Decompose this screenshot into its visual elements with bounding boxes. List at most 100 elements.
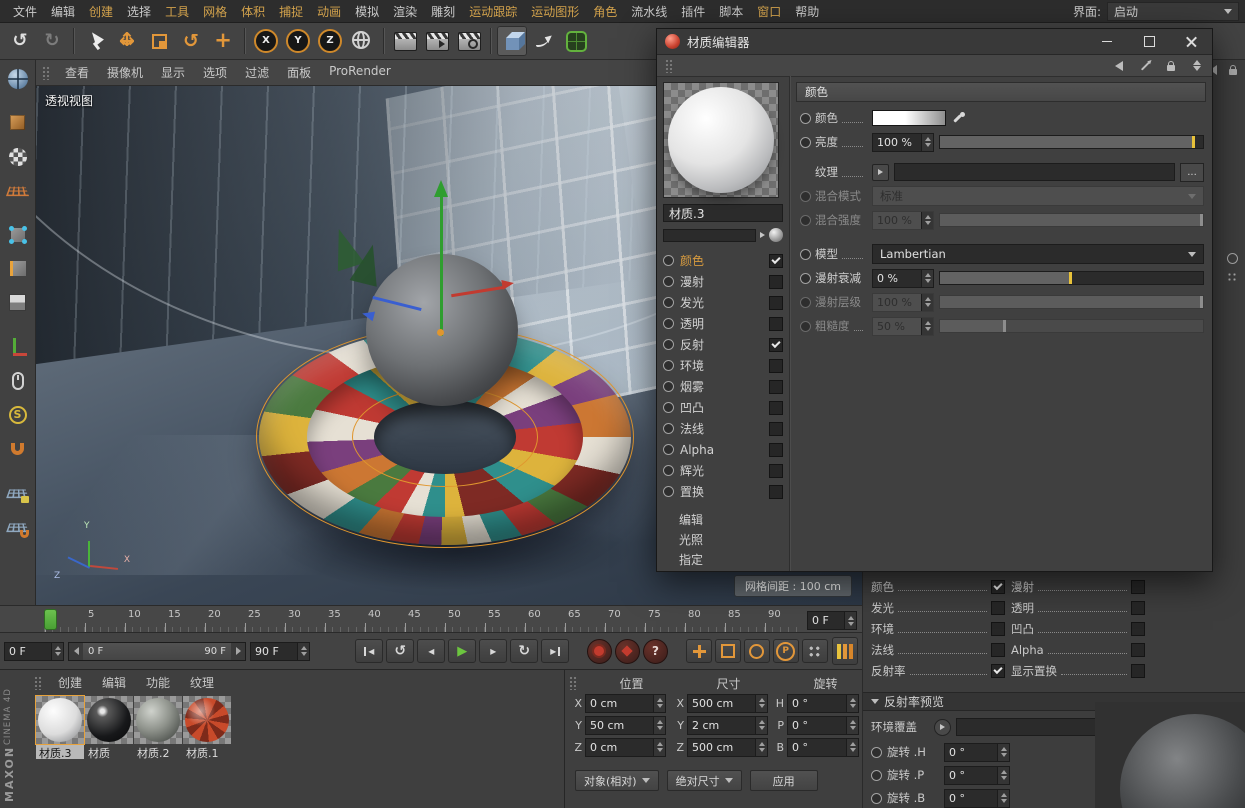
menu-item[interactable]: 模拟 — [348, 3, 386, 20]
menu-item[interactable]: 文件 — [6, 3, 44, 20]
viewport-menu-item[interactable]: 面板 — [278, 64, 320, 81]
z-axis-lock-button[interactable]: Z — [315, 26, 345, 56]
rotation-spinner[interactable]: 0 ° — [944, 789, 1010, 808]
keyframe-dot-icon[interactable] — [871, 747, 882, 758]
channel-enable-checkbox[interactable] — [769, 338, 783, 352]
viewport-menu-item[interactable]: 摄像机 — [98, 64, 152, 81]
object-mode-dropdown[interactable]: 对象(相对) — [575, 770, 659, 791]
move-tool[interactable]: ↔ — [112, 26, 142, 56]
channel-checkbox[interactable] — [1131, 664, 1145, 678]
window-titlebar[interactable]: 材质编辑器 — [657, 29, 1212, 55]
viewport-menu-item[interactable]: 选项 — [194, 64, 236, 81]
editor-channel-row[interactable]: 反射 — [663, 334, 783, 355]
key-rotation-toggle[interactable] — [744, 639, 770, 663]
channel-checkbox[interactable] — [991, 580, 1005, 594]
material-menu-item[interactable]: 编辑 — [92, 674, 136, 691]
coordinate-system-button[interactable] — [347, 26, 377, 56]
add-primitive-button[interactable] — [497, 26, 527, 56]
channel-checkbox[interactable] — [1131, 601, 1145, 615]
channel-checkbox[interactable] — [1131, 580, 1145, 594]
editor-channel-row[interactable]: Alpha — [663, 439, 783, 460]
texture-field[interactable] — [894, 163, 1175, 181]
panel-grip[interactable] — [665, 59, 673, 73]
y-axis-lock-button[interactable]: Y — [283, 26, 313, 56]
channel-checkbox[interactable] — [991, 643, 1005, 657]
channel-toggle[interactable]: 法线 — [871, 641, 1005, 658]
timeline-ruler[interactable]: 051015202530354045505560657075808590 0 F — [0, 605, 862, 633]
solo-mode-button[interactable] — [2, 365, 34, 396]
channel-checkbox[interactable] — [1131, 622, 1145, 636]
editor-channel-row[interactable]: 环境 — [663, 355, 783, 376]
menu-item[interactable]: 运动跟踪 — [462, 3, 524, 20]
channel-toggle[interactable]: 漫射 — [1011, 578, 1145, 595]
timeline-playhead[interactable] — [44, 609, 57, 630]
maximize-button[interactable] — [1128, 29, 1170, 54]
keyframe-dot-icon[interactable] — [800, 249, 811, 260]
channel-enable-checkbox[interactable] — [769, 422, 783, 436]
diffuse-falloff-spinner[interactable]: 0 % — [872, 269, 934, 288]
keyframe-dot-icon[interactable] — [800, 273, 811, 284]
panel-grip[interactable] — [42, 66, 50, 80]
channel-checkbox[interactable] — [991, 664, 1005, 678]
key-pla-toggle[interactable] — [802, 639, 828, 663]
menu-item[interactable]: 网格 — [196, 3, 234, 20]
preview-expand-icon[interactable] — [760, 232, 765, 238]
menu-item[interactable]: 角色 — [586, 3, 624, 20]
channel-enable-checkbox[interactable] — [769, 359, 783, 373]
texture-expand-button[interactable] — [872, 164, 889, 181]
size-value-spinner[interactable]: 500 cm — [687, 694, 768, 713]
channel-enable-checkbox[interactable] — [769, 275, 783, 289]
menu-item[interactable]: 流水线 — [624, 3, 674, 20]
menu-item[interactable]: 雕刻 — [424, 3, 462, 20]
editor-channel-row[interactable]: 烟雾 — [663, 376, 783, 397]
autokey-button[interactable] — [615, 639, 640, 664]
x-axis-arrow-icon[interactable] — [501, 278, 514, 290]
record-options-button[interactable]: ? — [643, 639, 668, 664]
rotation-spinner[interactable]: 0 ° — [944, 743, 1010, 762]
lock-icon[interactable] — [1227, 64, 1239, 76]
editor-channel-row[interactable]: 凹凸 — [663, 397, 783, 418]
editor-channel-row[interactable]: 发光 — [663, 292, 783, 313]
gizmo-center-handle[interactable] — [437, 329, 444, 336]
next-frame-button[interactable]: ▸ — [479, 639, 507, 663]
add-spline-button[interactable] — [529, 26, 559, 56]
editor-channel-row[interactable]: 透明 — [663, 313, 783, 334]
menu-item[interactable]: 运动图形 — [524, 3, 586, 20]
viewport-menu-item[interactable]: 显示 — [152, 64, 194, 81]
channel-enable-checkbox[interactable] — [769, 443, 783, 457]
menu-item[interactable]: 选择 — [120, 3, 158, 20]
lock-icon[interactable] — [1164, 59, 1178, 73]
channel-toggle[interactable]: Alpha — [1011, 641, 1145, 658]
polygons-mode-button[interactable] — [2, 287, 34, 318]
apply-button[interactable]: 应用 — [750, 770, 818, 791]
record-keyframe-button[interactable] — [587, 639, 612, 664]
channel-checkbox[interactable] — [1131, 643, 1145, 657]
redo-button[interactable]: ↻ — [37, 26, 67, 56]
view-label[interactable]: 透视视图 — [45, 92, 93, 109]
add-subdivision-surface-button[interactable] — [561, 26, 591, 56]
channel-toggle[interactable]: 反射率 — [871, 662, 1005, 679]
viewport-menu-item[interactable]: ProRender — [320, 64, 400, 81]
pen-icon[interactable] — [1138, 59, 1152, 73]
channel-enable-checkbox[interactable] — [769, 401, 783, 415]
editor-channel-row[interactable]: 辉光 — [663, 460, 783, 481]
menu-item[interactable]: 编辑 — [44, 3, 82, 20]
menu-item[interactable]: 渲染 — [386, 3, 424, 20]
goto-end-button[interactable]: ▸ — [541, 639, 569, 663]
material-thumbnail[interactable]: 材质.2 — [134, 696, 182, 759]
enable-axis-button[interactable] — [2, 331, 34, 362]
y-axis-arrow-icon[interactable] — [434, 180, 448, 197]
live-selection-tool[interactable] — [80, 26, 110, 56]
position-value-spinner[interactable]: 50 cm — [585, 716, 666, 735]
shading-model-dropdown[interactable]: Lambertian — [872, 244, 1204, 264]
menu-item[interactable]: 帮助 — [788, 3, 826, 20]
panel-grip[interactable] — [34, 676, 42, 690]
menu-item[interactable]: 脚本 — [712, 3, 750, 20]
position-value-spinner[interactable]: 0 cm — [585, 738, 666, 757]
editor-page-item[interactable]: 光照 — [663, 529, 783, 549]
material-preview[interactable] — [663, 82, 779, 198]
x-axis-lock-button[interactable]: X — [251, 26, 281, 56]
eyedropper-icon[interactable] — [951, 111, 965, 125]
interface-layout-select[interactable]: 启动 — [1107, 2, 1239, 21]
viewport-menu-item[interactable]: 过滤 — [236, 64, 278, 81]
